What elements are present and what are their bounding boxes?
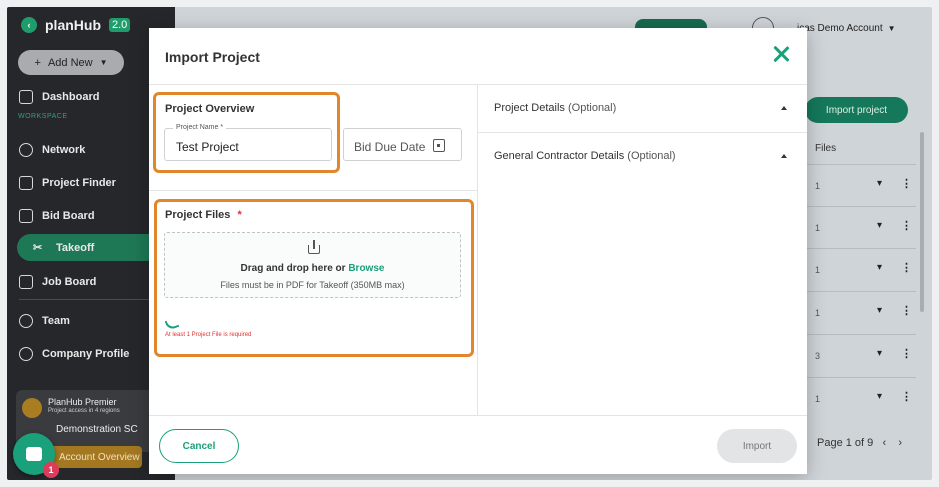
sidebar-item-project-finder[interactable]: Project Finder xyxy=(19,176,116,190)
project-details-accordion[interactable]: Project Details (Optional) xyxy=(478,85,807,133)
table-row[interactable]: 3 ▾ ⋮ xyxy=(801,334,916,377)
import-button[interactable]: Import xyxy=(717,429,797,463)
file-count: 1 xyxy=(815,181,821,191)
caret-down-icon[interactable]: ▾ xyxy=(877,220,882,231)
kebab-menu-icon[interactable]: ⋮ xyxy=(901,304,912,317)
sidebar-item-dashboard[interactable]: Dashboard xyxy=(19,90,99,104)
sidebar-item-label: Bid Board xyxy=(42,210,95,222)
bid-due-date-placeholder: Bid Due Date xyxy=(354,140,426,154)
scrollbar[interactable] xyxy=(920,132,924,312)
premier-subtitle: Project access in 4 regions xyxy=(48,408,120,414)
sidebar-item-label: Project Finder xyxy=(42,177,116,189)
sidebar-item-company-profile[interactable]: Company Profile xyxy=(19,347,129,361)
chat-icon xyxy=(26,447,42,461)
workspace-label: WORKSPACE xyxy=(18,113,68,120)
ruler-icon: ✂ xyxy=(33,242,43,254)
sidebar-item-team[interactable]: Team xyxy=(19,314,70,328)
modal-footer: Cancel Import xyxy=(149,415,807,474)
sidebar-item-label: Dashboard xyxy=(42,91,100,103)
logo-text: planHub xyxy=(45,17,101,33)
bid-board-icon xyxy=(19,209,33,223)
next-page-icon[interactable]: › xyxy=(889,437,902,449)
highlight-overview xyxy=(153,92,340,173)
prev-page-icon[interactable]: ‹ xyxy=(876,437,886,449)
sidebar-item-label: Company Profile xyxy=(42,348,130,360)
cancel-button[interactable]: Cancel xyxy=(159,429,239,463)
file-count: 1 xyxy=(815,394,821,404)
app-frame: ‹ planHub 2.0 + Add New ▼ Dashboard WORK… xyxy=(7,7,932,480)
chevron-down-icon: ▼ xyxy=(885,24,896,33)
caret-down-icon[interactable]: ▾ xyxy=(877,391,882,402)
caret-down-icon[interactable]: ▾ xyxy=(877,348,882,359)
account-name: icas Demo Account xyxy=(797,23,883,34)
sidebar-item-label: Team xyxy=(42,315,70,327)
modal-right-column: Project Details (Optional) General Contr… xyxy=(478,85,807,415)
account-menu[interactable]: icas Demo Account ▼ xyxy=(797,23,896,34)
chat-badge: 1 xyxy=(43,462,59,478)
sidebar-item-takeoff[interactable]: ✂ Takeoff xyxy=(33,241,94,255)
collapse-icon[interactable]: ‹ xyxy=(21,17,37,33)
sidebar-item-job-board[interactable]: Job Board xyxy=(19,275,96,289)
file-count: 1 xyxy=(815,223,821,233)
job-board-icon xyxy=(19,275,33,289)
kebab-menu-icon[interactable]: ⋮ xyxy=(901,177,912,190)
user-circle-icon xyxy=(19,143,33,157)
calendar-icon[interactable] xyxy=(433,139,445,152)
dashboard-icon xyxy=(19,90,33,104)
premier-title: PlanHub Premier xyxy=(48,397,117,407)
pagination: Page 1 of 9 ‹ › xyxy=(817,437,902,449)
modal-left-column: Project Overview Project Name * Test Pro… xyxy=(149,85,478,415)
caret-down-icon[interactable]: ▾ xyxy=(877,305,882,316)
filter-icon xyxy=(19,176,33,190)
medal-icon xyxy=(22,398,42,418)
modal-title: Import Project xyxy=(165,49,260,65)
table-row[interactable]: 1 ▾ ⋮ xyxy=(801,377,916,420)
section-divider xyxy=(149,190,478,191)
plus-icon: + xyxy=(34,56,41,69)
file-count: 1 xyxy=(815,265,821,275)
sidebar-item-label: Takeoff xyxy=(56,242,95,254)
sidebar-item-label: Network xyxy=(42,144,86,156)
version-badge: 2.0 xyxy=(109,18,131,32)
logo[interactable]: ‹ planHub 2.0 xyxy=(21,17,131,33)
badge-icon xyxy=(19,347,33,361)
close-icon[interactable] xyxy=(771,44,791,64)
files-column-header: Files xyxy=(815,143,837,154)
account-overview-button[interactable]: Account Overview xyxy=(47,446,142,468)
company-name: Demonstration SC xyxy=(56,424,138,435)
gc-details-accordion[interactable]: General Contractor Details (Optional) xyxy=(478,133,807,181)
gc-details-label: General Contractor Details (Optional) xyxy=(494,150,676,162)
kebab-menu-icon[interactable]: ⋮ xyxy=(901,261,912,274)
add-new-button[interactable]: + Add New ▼ xyxy=(18,50,124,75)
highlight-files xyxy=(154,199,474,357)
import-project-modal: Import Project Project Overview Project … xyxy=(149,28,807,474)
sidebar-item-bid-board[interactable]: Bid Board xyxy=(19,209,95,223)
table-row[interactable]: 1 ▾ ⋮ xyxy=(801,248,916,291)
add-new-label: Add New xyxy=(47,56,93,69)
kebab-menu-icon[interactable]: ⋮ xyxy=(901,347,912,360)
team-icon xyxy=(19,314,33,328)
caret-down-icon[interactable]: ▾ xyxy=(877,262,882,273)
caret-down-icon[interactable]: ▾ xyxy=(877,178,882,189)
table-row[interactable]: 1 ▾ ⋮ xyxy=(801,164,916,207)
table-row[interactable]: 1 ▾ ⋮ xyxy=(801,206,916,249)
caret-up-icon[interactable] xyxy=(781,154,787,158)
table-row[interactable]: 1 ▾ ⋮ xyxy=(801,291,916,334)
chevron-down-icon: ▼ xyxy=(99,58,108,67)
kebab-menu-icon[interactable]: ⋮ xyxy=(901,390,912,403)
modal-header: Import Project xyxy=(149,28,807,85)
file-count: 3 xyxy=(815,351,821,361)
sidebar-item-network[interactable]: Network xyxy=(19,143,85,157)
file-count: 1 xyxy=(815,308,821,318)
import-project-button[interactable]: Import project xyxy=(805,97,908,123)
caret-up-icon[interactable] xyxy=(781,106,787,110)
sidebar-divider xyxy=(19,299,169,300)
sidebar-item-label: Job Board xyxy=(42,276,97,288)
project-details-label: Project Details (Optional) xyxy=(494,102,617,114)
kebab-menu-icon[interactable]: ⋮ xyxy=(901,219,912,232)
bid-due-date-field[interactable]: Bid Due Date xyxy=(343,128,462,161)
page-indicator: Page 1 of 9 xyxy=(817,437,874,449)
